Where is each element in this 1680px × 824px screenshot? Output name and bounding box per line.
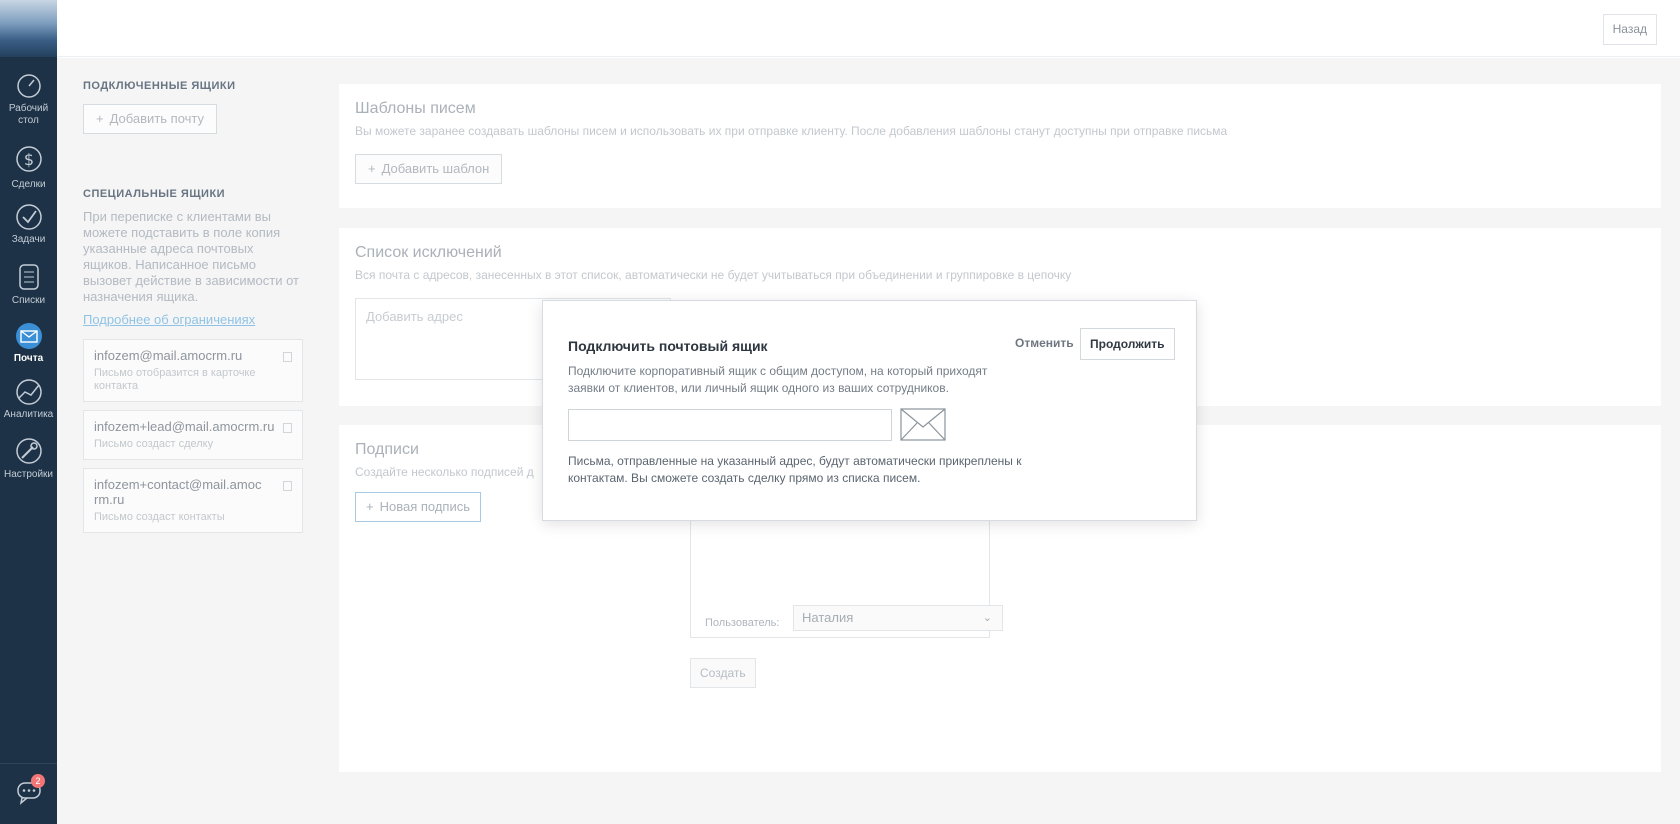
- svg-text:$: $: [23, 150, 33, 169]
- mailboxes-column: ПОДКЛЮЧЕННЫЕ ЯЩИКИ + Добавить почту СПЕЦИ…: [83, 80, 303, 533]
- checkmark-icon: [15, 204, 42, 230]
- add-template-button[interactable]: + Добавить шаблон: [355, 154, 503, 184]
- account-logo[interactable]: [0, 0, 57, 57]
- special-mailboxes-description: При переписке с клиентами вы можете подс…: [83, 209, 299, 304]
- templates-panel: Шаблоны писем Вы можете заранее создават…: [339, 84, 1661, 208]
- copy-icon[interactable]: [283, 481, 292, 491]
- special-mailboxes-title: СПЕЦИАЛЬНЫЕ ЯЩИКИ: [83, 188, 226, 200]
- nav-item-analytics[interactable]: Аналитика: [0, 378, 57, 421]
- plus-icon: +: [366, 499, 374, 514]
- plus-icon: +: [96, 111, 104, 126]
- top-bar: Назад: [57, 0, 1680, 57]
- exclusions-description: Вся почта с адресов, занесенных в этот с…: [355, 268, 1072, 282]
- special-mailbox-card: infozem+lead@mail.amocrm.ru Письмо созда…: [83, 410, 303, 460]
- connected-mailboxes-title: ПОДКЛЮЧЕННЫЕ ЯЩИКИ: [83, 80, 236, 92]
- new-signature-button[interactable]: + Новая подпись: [355, 492, 481, 522]
- nav-item-label: Задачи: [11, 234, 46, 245]
- chevron-down-icon: ⌄: [982, 612, 992, 624]
- nav-item-label: Списки: [11, 295, 46, 306]
- nav-item-label: Аналитика: [3, 409, 54, 420]
- mailbox-note: Письмо отобразится в карточке контакта: [94, 367, 256, 392]
- mailbox-address[interactable]: infozem@mail.amocrm.ru: [94, 348, 292, 363]
- templates-title: Шаблоны писем: [355, 100, 476, 117]
- add-template-label: Добавить шаблон: [381, 161, 490, 176]
- nav-item-mail[interactable]: Почта: [0, 322, 57, 365]
- special-mailbox-card: infozem+contact@mail.amocrm.ru Письмо со…: [83, 468, 303, 533]
- nav-item-label: Почта: [13, 353, 44, 364]
- continue-button[interactable]: Продолжить: [1080, 328, 1175, 360]
- mailbox-email-input[interactable]: [568, 409, 892, 441]
- nav-item-label: Настройки: [3, 469, 54, 480]
- exclusions-title: Список исключений: [355, 244, 502, 261]
- add-mail-label: Добавить почту: [109, 111, 205, 126]
- notification-badge: 2: [31, 774, 45, 788]
- envelope-icon: [900, 408, 946, 441]
- modal-title: Подключить почтовый ящик: [568, 338, 768, 354]
- signature-editor: Пользователь: Наталия ⌄: [690, 503, 1003, 638]
- templates-description: Вы можете заранее создавать шаблоны писе…: [355, 124, 1228, 138]
- copy-icon[interactable]: [283, 352, 292, 362]
- analytics-icon: [15, 379, 42, 405]
- back-button[interactable]: Назад: [1602, 14, 1657, 45]
- user-label: Пользователь:: [705, 617, 780, 629]
- cancel-button[interactable]: Отменить: [1015, 336, 1074, 350]
- mailbox-note: Письмо создаст сделку: [94, 438, 214, 450]
- nav-item-settings[interactable]: Настройки: [0, 436, 57, 481]
- dashboard-icon: [16, 74, 41, 98]
- user-select-value: Наталия: [802, 610, 854, 625]
- list-icon: [18, 264, 39, 290]
- nav-item-dashboard[interactable]: Рабочий стол: [0, 72, 57, 127]
- mailbox-note: Письмо создаст контакты: [94, 511, 225, 523]
- create-signature-button[interactable]: Создать: [690, 658, 756, 688]
- settings-icon: [15, 438, 42, 464]
- limits-link[interactable]: Подробнее об ограничениях: [83, 312, 255, 327]
- left-navigation: Рабочий стол $ Сделки Задачи Списки Почт…: [0, 0, 57, 824]
- dollar-icon: $: [15, 146, 42, 172]
- nav-item-deals[interactable]: $ Сделки: [0, 142, 57, 191]
- copy-icon[interactable]: [283, 423, 292, 433]
- plus-icon: +: [368, 161, 376, 176]
- mail-icon: [15, 323, 42, 349]
- nav-item-lists[interactable]: Списки: [0, 262, 57, 307]
- nav-item-tasks[interactable]: Задачи: [0, 203, 57, 246]
- nav-item-label: Сделки: [11, 179, 46, 190]
- chat-button[interactable]: 2: [0, 763, 57, 824]
- modal-description: Подключите корпоративный ящик с общим до…: [568, 364, 988, 395]
- modal-note: Письма, отправленные на указанный адрес,…: [568, 454, 1022, 485]
- signature-user-row: Пользователь: Наталия ⌄: [705, 605, 1003, 631]
- connect-mailbox-modal: Подключить почтовый ящик Подключите корп…: [542, 300, 1197, 521]
- user-select[interactable]: Наталия ⌄: [793, 605, 1003, 631]
- mailbox-address[interactable]: infozem+lead@mail.amocrm.ru: [94, 419, 292, 434]
- add-mail-button[interactable]: + Добавить почту: [83, 104, 218, 134]
- new-signature-label: Новая подпись: [379, 499, 470, 514]
- nav-item-label: Рабочий стол: [8, 103, 49, 126]
- special-mailbox-card: infozem@mail.amocrm.ru Письмо отобразитс…: [83, 339, 303, 402]
- mailbox-address[interactable]: infozem+contact@mail.amocrm.ru: [94, 477, 264, 507]
